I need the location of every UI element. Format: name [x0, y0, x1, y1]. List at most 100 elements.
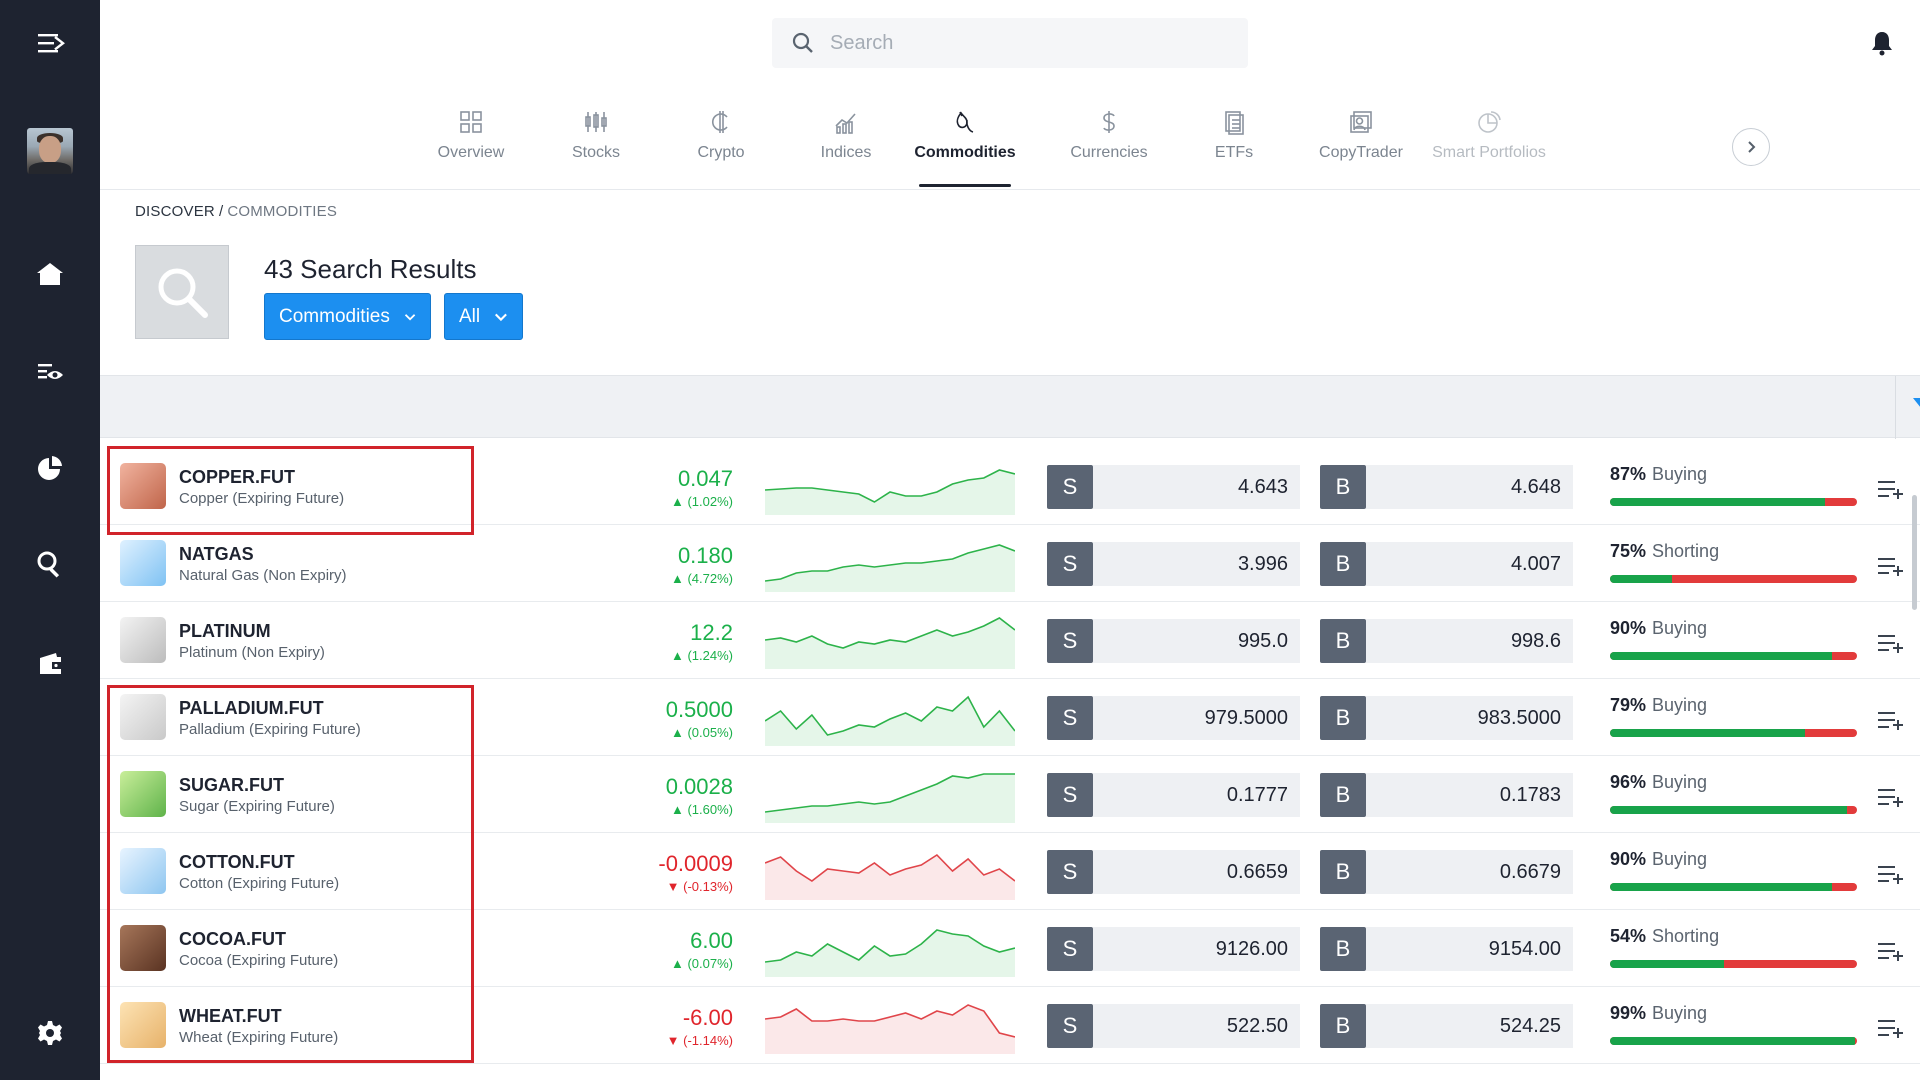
- buy-price[interactable]: 524.25: [1366, 1004, 1573, 1048]
- buy-price[interactable]: 4.648: [1366, 465, 1573, 509]
- buy-price[interactable]: 9154.00: [1366, 927, 1573, 971]
- overview-icon: [460, 111, 482, 133]
- sell-button[interactable]: S: [1047, 619, 1093, 663]
- tabs-scroll-next-button[interactable]: [1732, 128, 1770, 166]
- tab-indices[interactable]: Indices: [781, 100, 911, 190]
- sell-button[interactable]: S: [1047, 773, 1093, 817]
- scrollbar[interactable]: [1912, 495, 1917, 610]
- instrument-symbol[interactable]: PLATINUM: [179, 621, 271, 642]
- sidebar-item-portfolio[interactable]: [0, 452, 100, 484]
- tab-smart-portfolios[interactable]: Smart Portfolios: [1424, 100, 1554, 190]
- row-menu-icon[interactable]: [1878, 863, 1904, 885]
- price-change: 12.2: [690, 620, 733, 645]
- price-change-percent: ▲ (1.02%): [670, 494, 733, 509]
- sidebar-item-watchlist[interactable]: [0, 356, 100, 388]
- app-root: Overview Stocks Crypto Indices Commoditi…: [0, 0, 1920, 1080]
- buy-button[interactable]: B: [1320, 850, 1366, 894]
- notifications-bell-icon[interactable]: [1870, 30, 1894, 56]
- row-menu-icon[interactable]: [1878, 632, 1904, 654]
- table-row[interactable]: PLATINUM Platinum (Non Expiry) 12.2 ▲ (1…: [100, 602, 1920, 679]
- sell-price[interactable]: 9126.00: [1093, 927, 1300, 971]
- row-menu-icon[interactable]: [1878, 1017, 1904, 1039]
- buy-button[interactable]: B: [1320, 773, 1366, 817]
- tab-etfs[interactable]: ETFs: [1169, 100, 1299, 190]
- sidebar-item-settings[interactable]: [0, 1017, 100, 1049]
- buy-price[interactable]: 998.6: [1366, 619, 1573, 663]
- tab-currencies[interactable]: Currencies: [1044, 100, 1174, 190]
- price-change: 0.5000: [665, 697, 733, 722]
- crypto-icon: [712, 111, 728, 133]
- sell-price[interactable]: 522.50: [1093, 1004, 1300, 1048]
- row-menu-icon[interactable]: [1878, 786, 1904, 808]
- sell-button[interactable]: S: [1047, 542, 1093, 586]
- collapse-menu-button[interactable]: [0, 28, 100, 58]
- sentiment-label: 87% Buying: [1610, 464, 1708, 484]
- avatar[interactable]: [27, 128, 73, 174]
- breadcrumb-discover-link[interactable]: DISCOVER: [135, 203, 215, 220]
- buy-button[interactable]: B: [1320, 696, 1366, 740]
- sparkline-area: [765, 1005, 1015, 1054]
- sell-price[interactable]: 995.0: [1093, 619, 1300, 663]
- sidebar-item-wallet[interactable]: [0, 648, 100, 680]
- sparkline-chart: [765, 469, 1015, 515]
- instrument-name: Platinum (Non Expiry): [179, 644, 325, 661]
- sparkline-chart: [765, 929, 1015, 977]
- tab-overview[interactable]: Overview: [406, 100, 536, 190]
- change-arrow-icon: ▼: [666, 879, 684, 894]
- sell-price[interactable]: 0.6659: [1093, 850, 1300, 894]
- instrument-symbol[interactable]: NATGAS: [179, 544, 254, 565]
- buy-price[interactable]: 983.5000: [1366, 696, 1573, 740]
- row-menu-icon[interactable]: [1878, 940, 1904, 962]
- left-sidebar: [0, 0, 100, 1080]
- sell-price[interactable]: 3.996: [1093, 542, 1300, 586]
- tab-copytrader[interactable]: CopyTrader: [1296, 100, 1426, 190]
- price-change-percent: ▲ (1.24%): [670, 648, 733, 663]
- sidebar-item-discover[interactable]: [0, 548, 100, 580]
- sparkline-area: [765, 855, 1015, 900]
- breadcrumb-separator: /: [218, 203, 224, 220]
- sidebar-item-home[interactable]: [0, 258, 100, 290]
- discover-search-icon: [37, 551, 60, 578]
- buy-button[interactable]: B: [1320, 465, 1366, 509]
- stocks-icon: [585, 112, 607, 132]
- row-menu-icon[interactable]: [1878, 555, 1904, 577]
- price-change-percent: ▲ (0.05%): [670, 725, 733, 740]
- buy-button[interactable]: B: [1320, 927, 1366, 971]
- sentiment-label: 90% Buying: [1610, 618, 1708, 638]
- scope-dropdown[interactable]: All: [444, 293, 523, 340]
- row-menu-icon[interactable]: [1878, 709, 1904, 731]
- search-bar[interactable]: [772, 18, 1248, 68]
- asset-class-dropdown[interactable]: Commodities: [264, 293, 431, 340]
- sell-price[interactable]: 4.643: [1093, 465, 1300, 509]
- sell-button[interactable]: S: [1047, 465, 1093, 509]
- change-arrow-icon: ▲: [670, 725, 688, 740]
- sparkline-area: [765, 774, 1015, 823]
- buy-price[interactable]: 0.1783: [1366, 773, 1573, 817]
- sentiment-bar: [1610, 1037, 1857, 1045]
- filter-funnel-icon[interactable]: [1910, 394, 1920, 420]
- change-arrow-icon: ▲: [670, 802, 688, 817]
- tab-stocks[interactable]: Stocks: [531, 100, 661, 190]
- buy-price[interactable]: 0.6679: [1366, 850, 1573, 894]
- sell-button[interactable]: S: [1047, 927, 1093, 971]
- buy-button[interactable]: B: [1320, 1004, 1366, 1048]
- search-input[interactable]: [830, 31, 1210, 55]
- sell-price[interactable]: 979.5000: [1093, 696, 1300, 740]
- sell-button[interactable]: S: [1047, 696, 1093, 740]
- sell-button[interactable]: S: [1047, 850, 1093, 894]
- buy-price[interactable]: 4.007: [1366, 542, 1573, 586]
- table-row[interactable]: NATGAS Natural Gas (Non Expiry) 0.180 ▲ …: [100, 525, 1920, 602]
- chevron-down-icon: [495, 313, 508, 321]
- tab-crypto[interactable]: Crypto: [656, 100, 786, 190]
- row-menu-icon[interactable]: [1878, 478, 1904, 500]
- tab-commodities[interactable]: Commodities: [900, 100, 1030, 190]
- price-change-percent: ▼ (-1.14%): [666, 1033, 733, 1048]
- buy-button[interactable]: B: [1320, 542, 1366, 586]
- chevron-right-icon: [1748, 141, 1756, 153]
- sell-price[interactable]: 0.1777: [1093, 773, 1300, 817]
- sparkline-area: [765, 545, 1015, 592]
- sell-button[interactable]: S: [1047, 1004, 1093, 1048]
- price-change: 0.180: [677, 543, 733, 568]
- buy-button[interactable]: B: [1320, 619, 1366, 663]
- sentiment-label: 54% Shorting: [1610, 926, 1720, 946]
